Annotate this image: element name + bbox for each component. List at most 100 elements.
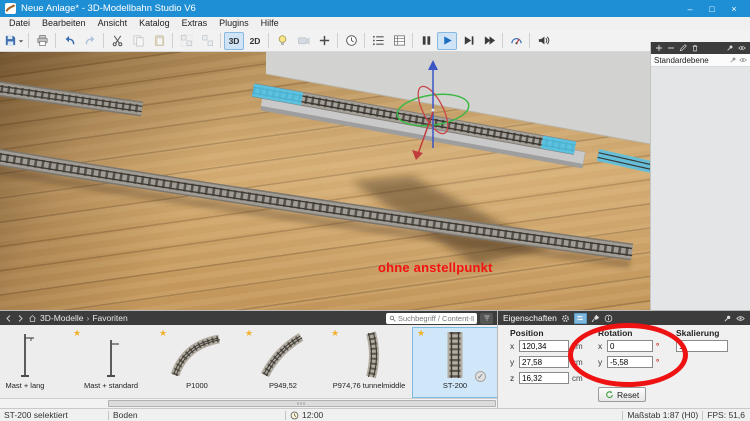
step-forward-button[interactable] bbox=[458, 32, 478, 50]
add-object-button[interactable] bbox=[314, 32, 334, 50]
skip-end-button[interactable] bbox=[479, 32, 499, 50]
ungroup-button[interactable] bbox=[197, 32, 217, 50]
back-icon[interactable] bbox=[4, 314, 13, 323]
close-button[interactable]: × bbox=[723, 1, 745, 16]
bulb-icon bbox=[276, 34, 289, 47]
item-label: P974,76 tunnelmiddle bbox=[333, 381, 406, 390]
info-icon[interactable] bbox=[604, 314, 613, 323]
curved-track[interactable] bbox=[0, 153, 632, 256]
brush-icon[interactable] bbox=[591, 314, 600, 323]
properties-header: Eigenschaften bbox=[498, 311, 750, 325]
floppy-icon bbox=[4, 34, 17, 47]
copy-button[interactable] bbox=[128, 32, 148, 50]
breadcrumb-root[interactable]: 3D-Modelle bbox=[40, 313, 83, 323]
add-layer-icon[interactable] bbox=[655, 44, 663, 52]
item-check-badge: ✓ bbox=[475, 371, 486, 382]
printer-icon bbox=[36, 34, 49, 47]
selected-track-piece[interactable] bbox=[598, 153, 651, 172]
delete-layer-icon[interactable] bbox=[691, 44, 699, 52]
step-forward-icon bbox=[462, 34, 475, 47]
gear-icon[interactable] bbox=[561, 314, 570, 323]
sound-button[interactable] bbox=[533, 32, 553, 50]
reset-icon bbox=[605, 390, 614, 399]
cut-button[interactable] bbox=[107, 32, 127, 50]
status-map-scale: Maßstab 1:87 (H0) bbox=[627, 410, 698, 420]
clock-button[interactable] bbox=[341, 32, 361, 50]
view-2d-toggle[interactable]: 2D bbox=[245, 32, 265, 50]
remove-layer-icon[interactable] bbox=[667, 44, 675, 52]
catalog-header: 3D-Modelle › Favoriten bbox=[0, 311, 497, 325]
axis-y-label: y bbox=[598, 357, 604, 367]
maximize-button[interactable]: □ bbox=[701, 1, 723, 16]
breadcrumb-current[interactable]: Favoriten bbox=[92, 313, 127, 323]
titlebar: Neue Anlage* - 3D-Modellbahn Studio V6 –… bbox=[0, 0, 750, 17]
search-options-button[interactable] bbox=[480, 313, 493, 324]
properties-panel: Eigenschaften Position x cm y bbox=[497, 310, 750, 408]
undo-button[interactable] bbox=[59, 32, 79, 50]
home-icon[interactable] bbox=[28, 314, 37, 323]
view-3d-toggle[interactable]: 3D bbox=[224, 32, 244, 50]
group-button[interactable] bbox=[176, 32, 196, 50]
catalog-item-p974[interactable]: ★ P974,76 tunnelmiddle bbox=[326, 327, 412, 398]
menu-datei[interactable]: Datei bbox=[3, 17, 36, 30]
catalog-item-p949[interactable]: ★ P949,52 bbox=[240, 327, 326, 398]
menu-bearbeiten[interactable]: Bearbeiten bbox=[36, 17, 92, 30]
position-z-input[interactable] bbox=[519, 372, 569, 384]
camera-button[interactable] bbox=[293, 32, 313, 50]
ungroup-icon bbox=[201, 34, 214, 47]
item-thumbnail bbox=[255, 328, 311, 380]
track-shadow bbox=[0, 170, 630, 266]
position-y-input[interactable] bbox=[519, 356, 569, 368]
catalog-panel: 3D-Modelle › Favoriten ★ Mast + lang ★ M… bbox=[0, 310, 497, 408]
forward-icon[interactable] bbox=[16, 314, 25, 323]
menu-extras[interactable]: Extras bbox=[176, 17, 214, 30]
light-button[interactable] bbox=[272, 32, 292, 50]
item-label: ST-200 bbox=[443, 381, 467, 390]
reset-button[interactable]: Reset bbox=[598, 387, 646, 402]
horizontal-scrollbar[interactable] bbox=[0, 398, 497, 408]
search-input[interactable] bbox=[398, 314, 474, 323]
print-button[interactable] bbox=[32, 32, 52, 50]
menu-hilfe[interactable]: Hilfe bbox=[255, 17, 285, 30]
table-view-button[interactable] bbox=[389, 32, 409, 50]
minimize-button[interactable]: – bbox=[679, 1, 701, 16]
edit-layer-icon[interactable] bbox=[679, 44, 687, 52]
pin-panel-icon[interactable] bbox=[726, 44, 734, 52]
properties-tab-active[interactable] bbox=[574, 313, 587, 324]
rotation-y-input[interactable] bbox=[607, 356, 653, 368]
layer-pin-icon[interactable] bbox=[729, 56, 737, 64]
pause-button[interactable] bbox=[416, 32, 436, 50]
visibility-icon[interactable] bbox=[738, 44, 746, 52]
position-x-input[interactable] bbox=[519, 340, 569, 352]
scale-input[interactable] bbox=[676, 340, 728, 352]
scrollbar-thumb[interactable] bbox=[108, 400, 496, 407]
catalog-item-mast-lang[interactable]: ★ Mast + lang bbox=[0, 327, 68, 398]
panel-eye-icon[interactable] bbox=[736, 314, 745, 323]
pin-panel-icon[interactable] bbox=[723, 314, 732, 323]
paste-button[interactable] bbox=[149, 32, 169, 50]
menu-katalog[interactable]: Katalog bbox=[133, 17, 176, 30]
catalog-item-mast-standard[interactable]: ★ Mast + standard bbox=[68, 327, 154, 398]
skip-end-icon bbox=[483, 34, 496, 47]
redo-button[interactable] bbox=[80, 32, 100, 50]
arrow-down-red[interactable] bbox=[412, 150, 423, 160]
plus-icon bbox=[318, 34, 331, 47]
event-list-button[interactable] bbox=[368, 32, 388, 50]
undo-icon bbox=[63, 34, 76, 47]
layer-eye-icon[interactable] bbox=[739, 56, 747, 64]
save-button[interactable] bbox=[3, 32, 25, 50]
selection-highlight bbox=[542, 142, 575, 148]
catalog-item-p1000[interactable]: ★ P1000 bbox=[154, 327, 240, 398]
menu-ansicht[interactable]: Ansicht bbox=[92, 17, 134, 30]
status-fps: FPS: 51,6 bbox=[707, 410, 750, 420]
viewport-canvas[interactable]: ohne anstellpunkt bbox=[0, 52, 650, 310]
rotation-x-unit: ° bbox=[656, 342, 659, 351]
menu-plugins[interactable]: Plugins bbox=[213, 17, 255, 30]
catalog-item-st200[interactable]: ★ ST-200 ✓ bbox=[412, 327, 497, 398]
main-toolbar: 3D 2D bbox=[0, 30, 750, 52]
play-button[interactable] bbox=[437, 32, 457, 50]
rotation-x-input[interactable] bbox=[607, 340, 653, 352]
stub-track[interactable] bbox=[0, 85, 142, 111]
layer-row-standardebene[interactable]: Standardebene bbox=[651, 54, 750, 67]
speed-button[interactable] bbox=[506, 32, 526, 50]
